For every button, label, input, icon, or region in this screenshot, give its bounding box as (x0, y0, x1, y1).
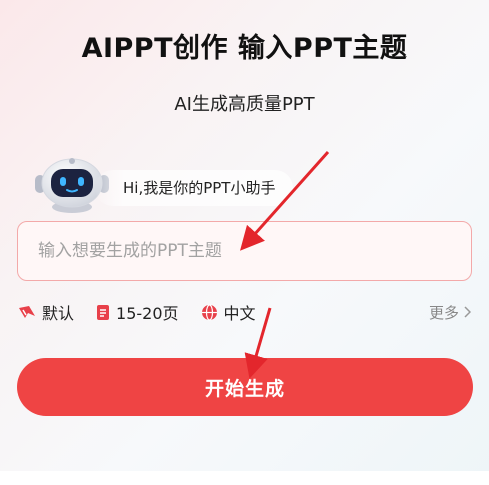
globe-icon (201, 303, 217, 321)
page-subtitle: AI生成高质量PPT (174, 94, 315, 115)
document-icon (97, 304, 110, 320)
page-title: AIPPT创作 输入PPT主题 (81, 33, 408, 64)
start-generate-button[interactable]: 开始生成 (17, 358, 473, 416)
chevron-right-icon (464, 306, 471, 318)
more-options-label: 更多 (428, 303, 459, 322)
style-ribbon-icon (19, 306, 35, 318)
topic-input[interactable] (18, 222, 471, 280)
pages-option[interactable]: 15-20页 (96, 300, 179, 324)
language-option-label: 中文 (223, 304, 256, 323)
language-option[interactable]: 中文 (201, 300, 256, 324)
style-option-label: 默认 (42, 304, 75, 323)
more-options-link[interactable]: 更多 (429, 302, 471, 323)
bottom-divider (0, 471, 489, 485)
pages-option-label: 15-20页 (116, 304, 179, 323)
options-bar: 默认 15-20页 中文 更多 (18, 300, 471, 324)
topic-input-container[interactable] (17, 221, 472, 281)
assistant-greeting-bubble: Hi,我是你的PPT小助手 (95, 170, 294, 206)
style-option[interactable]: 默认 (18, 300, 74, 324)
